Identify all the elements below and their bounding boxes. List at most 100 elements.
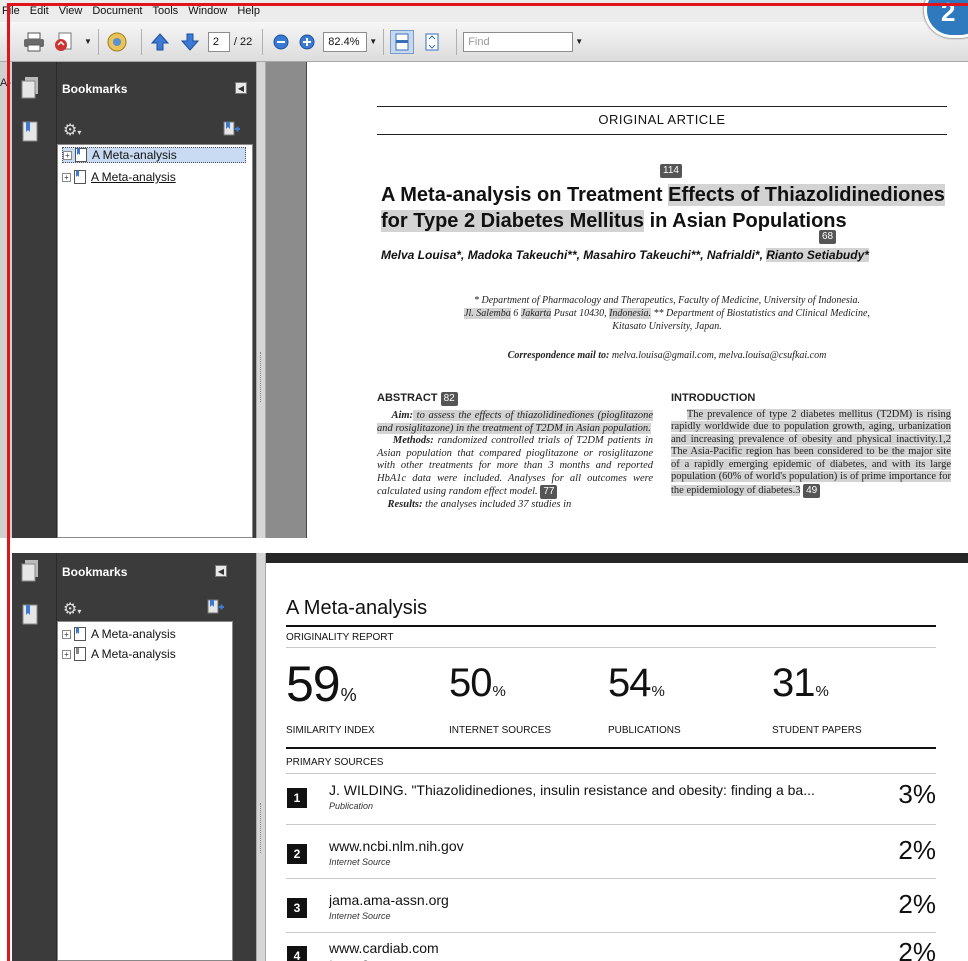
page-total: / 22: [233, 35, 253, 48]
zoom-out-icon[interactable]: [269, 30, 293, 54]
stat-number: 59: [286, 656, 341, 712]
expand-icon[interactable]: +: [63, 150, 72, 160]
collapse-panel-button[interactable]: ◀: [235, 82, 247, 94]
report-rule: [286, 773, 936, 774]
create-pdf-icon[interactable]: [52, 30, 76, 54]
source-row[interactable]: 2 www.ncbi.nlm.nih.gov Internet Source 2…: [286, 833, 936, 871]
splitter-grip[interactable]: [260, 803, 262, 853]
options-gear-icon[interactable]: ⚙▾: [63, 599, 81, 619]
stat-unit: %: [340, 685, 357, 705]
annotation-outline-top: [7, 3, 968, 6]
next-page-icon[interactable]: [178, 30, 202, 54]
new-bookmark-icon[interactable]: [223, 121, 241, 137]
article-correspondence: Correspondence mail to: melva.louisa@gma…: [377, 350, 957, 361]
zoom-dropdown-caret[interactable]: ▼: [369, 37, 377, 46]
title-highlight: Effects of Thiazolidinediones: [668, 184, 945, 206]
print-icon[interactable]: [22, 30, 46, 54]
menu-edit[interactable]: Edit: [30, 5, 49, 17]
row-divider: [286, 824, 936, 825]
panel-splitter-top[interactable]: [256, 62, 266, 538]
page-divider: [266, 538, 968, 553]
match-tag-82[interactable]: 82: [440, 392, 458, 406]
pages-icon[interactable]: [20, 559, 42, 585]
source-name[interactable]: www.ncbi.nlm.nih.gov: [329, 838, 464, 854]
menu-help[interactable]: Help: [237, 5, 260, 17]
similarity-index-value: 59%: [286, 655, 357, 713]
abstract-heading-text: ABSTRACT: [377, 392, 438, 404]
stat-number: 54: [608, 661, 651, 705]
source-row[interactable]: 1 J. WILDING. "Thiazolidinediones, insul…: [286, 777, 936, 815]
results-text: the analyses included 37 studies in: [422, 499, 572, 510]
source-name[interactable]: www.cardiab.com: [329, 940, 439, 956]
zoom-in-icon[interactable]: [295, 30, 319, 54]
bookmarks-icon[interactable]: [20, 603, 42, 629]
bookmarks-icon[interactable]: [20, 120, 42, 146]
zoom-level-field[interactable]: 82.4%: [323, 31, 368, 52]
options-gear-icon[interactable]: ⚙▾: [63, 120, 81, 140]
similarity-index-label: SIMILARITY INDEX: [286, 725, 375, 736]
stat-number: 50: [449, 661, 492, 705]
source-rank: 4: [287, 946, 307, 961]
create-dropdown-caret[interactable]: ▼: [84, 37, 92, 46]
affil-highlight: Jl. Salemba: [464, 308, 511, 319]
source-row[interactable]: 4 www.cardiab.com Internet Source 2%: [286, 935, 936, 961]
bookmark-item-1[interactable]: + A Meta-analysis: [62, 147, 246, 163]
match-tag-77[interactable]: 77: [540, 485, 558, 499]
aim-label: Aim:: [391, 410, 414, 421]
navigation-toolbar-bottom: [12, 553, 56, 961]
introduction-paragraph: The prevalence of type 2 diabetes mellit…: [671, 408, 951, 498]
menu-window[interactable]: Window: [188, 5, 227, 17]
match-tag-49[interactable]: 49: [803, 483, 821, 498]
page-number-input[interactable]: 2: [207, 31, 230, 52]
report-rule: [286, 747, 936, 749]
toolbar-separator: [456, 28, 458, 55]
abstract-results: Results: the analyses included 37 studie…: [377, 499, 653, 512]
bookmark-page-icon: [74, 627, 86, 641]
originality-report-label: ORIGINALITY REPORT: [286, 632, 394, 643]
menu-document[interactable]: Document: [92, 5, 142, 17]
match-tag-114[interactable]: 114: [660, 164, 682, 178]
internet-sources-value: 50%: [449, 661, 506, 706]
expand-icon[interactable]: +: [62, 649, 71, 659]
source-name[interactable]: J. WILDING. "Thiazolidinediones, insulin…: [329, 782, 815, 798]
splitter-grip[interactable]: [260, 352, 262, 402]
bookmark-page-icon: [75, 148, 87, 162]
introduction-text: The prevalence of type 2 diabetes mellit…: [671, 408, 951, 496]
affil-highlight: Jakarta: [520, 308, 552, 319]
new-bookmark-icon[interactable]: [207, 599, 225, 615]
expand-icon[interactable]: +: [62, 629, 71, 639]
panel-splitter-bottom[interactable]: [256, 553, 266, 961]
pages-icon[interactable]: [20, 76, 42, 102]
article-affiliations: * Department of Pharmacology and Therape…: [397, 294, 937, 333]
menu-view[interactable]: View: [59, 5, 83, 17]
comment-icon[interactable]: [105, 30, 129, 54]
source-type: Publication: [329, 801, 374, 811]
bookmark-page-icon: [74, 170, 86, 184]
row-divider: [286, 932, 936, 933]
results-label: Results:: [387, 499, 423, 510]
navigation-toolbar-top: [12, 62, 56, 538]
source-row[interactable]: 3 jama.ama-assn.org Internet Source 2%: [286, 887, 936, 925]
previous-page-icon[interactable]: [148, 30, 172, 54]
report-title: A Meta-analysis: [286, 597, 428, 619]
header-rule: [377, 134, 947, 135]
bookmark-item-2[interactable]: + A Meta-analysis: [62, 169, 176, 185]
affil-text: Pusat 10430,: [551, 308, 610, 319]
source-name[interactable]: jama.ama-assn.org: [329, 892, 449, 908]
bookmark-item-2[interactable]: + A Meta-analysis: [62, 646, 176, 662]
stat-unit: %: [651, 683, 665, 700]
fit-width-icon[interactable]: [390, 29, 415, 54]
menu-tools[interactable]: Tools: [153, 5, 179, 17]
bookmark-item-1[interactable]: + A Meta-analysis: [62, 626, 176, 642]
find-input[interactable]: Find: [463, 31, 574, 52]
menu-file[interactable]: File: [2, 5, 20, 17]
aim-text: to assess the effects of thiazolidinedio…: [377, 410, 654, 434]
title-text: in Asian Populations: [644, 210, 847, 232]
fit-page-icon[interactable]: [420, 30, 444, 54]
bookmarks-tree-top: + A Meta-analysis + A Meta-analysis: [57, 144, 253, 538]
collapse-panel-button[interactable]: ◀: [215, 565, 227, 577]
bookmarks-panel-title: Bookmarks: [62, 565, 128, 579]
find-dropdown-caret[interactable]: ▼: [575, 37, 583, 46]
authors-highlight: Rianto Setiabudy*: [766, 248, 869, 262]
expand-icon[interactable]: +: [62, 172, 71, 182]
